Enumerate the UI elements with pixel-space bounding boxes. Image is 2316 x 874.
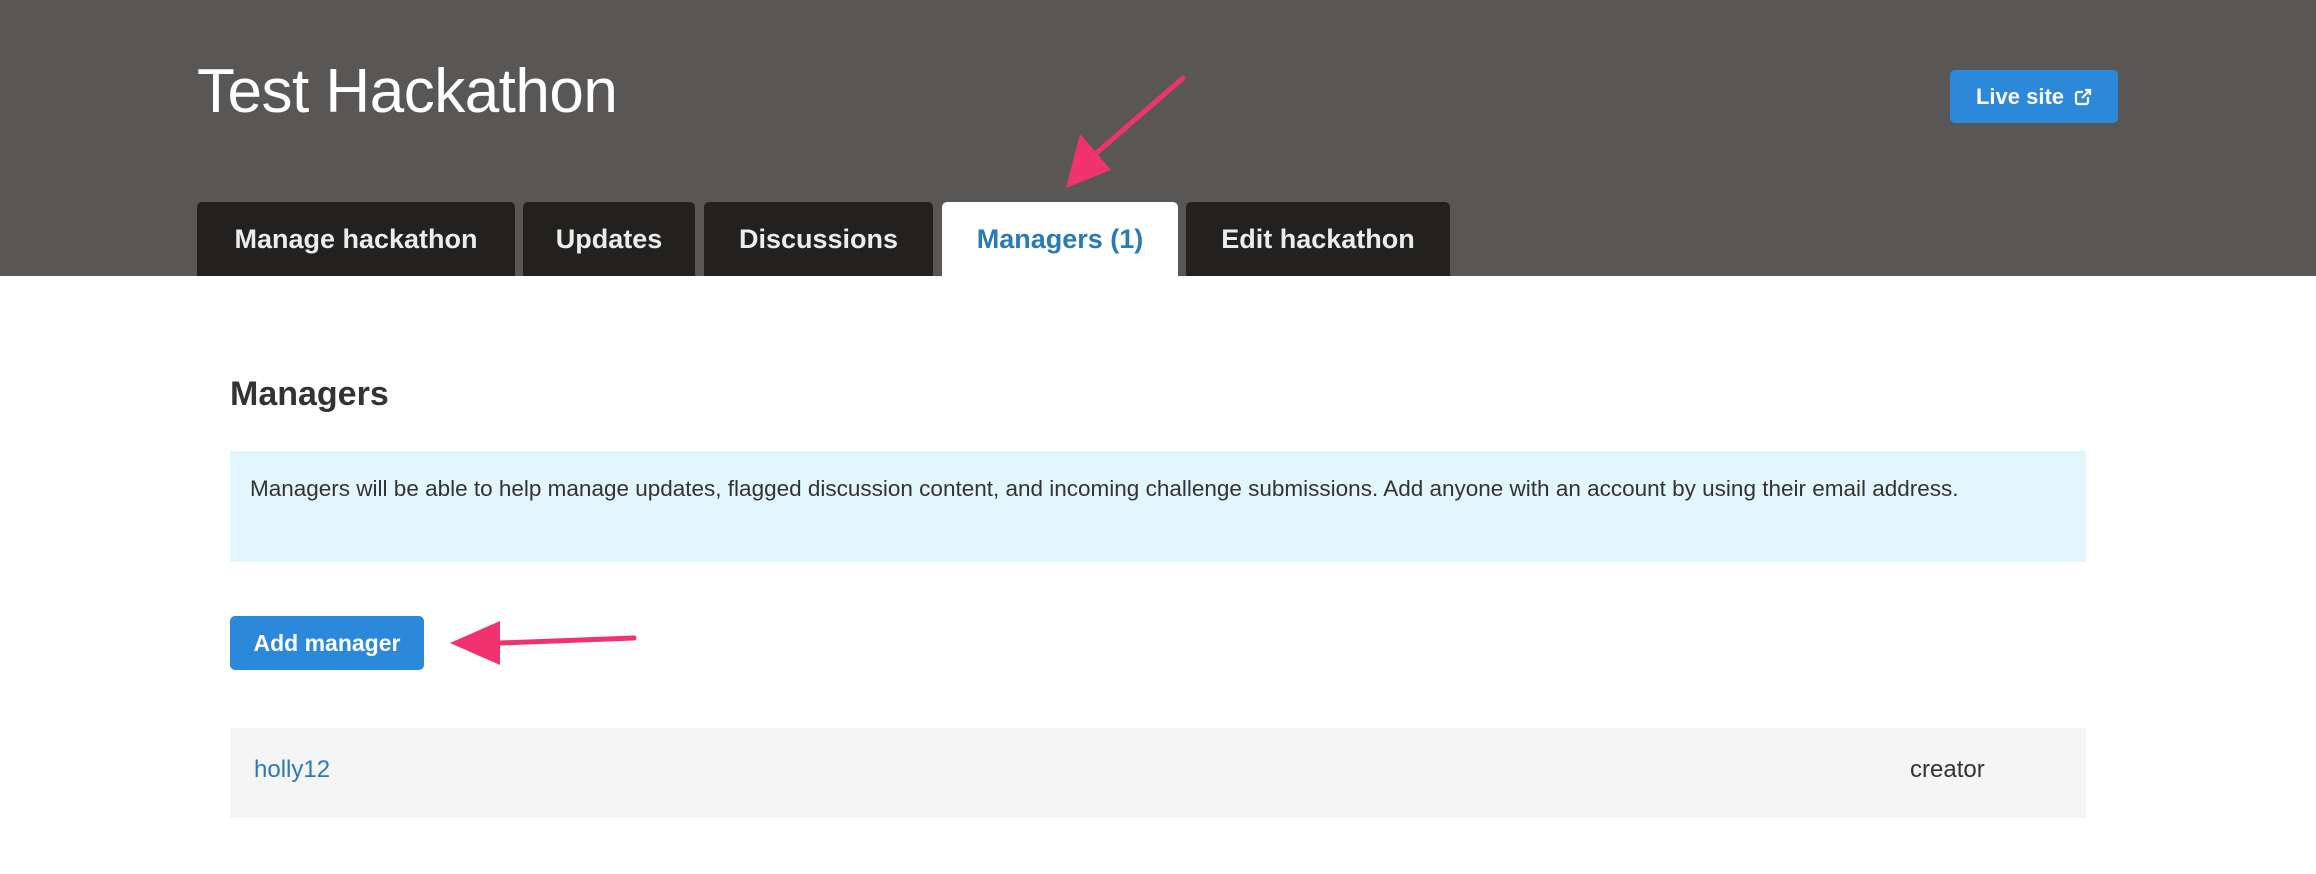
live-site-button[interactable]: Live site [1950, 70, 2118, 123]
arrow-to-add-manager [450, 621, 637, 665]
tab-updates[interactable]: Updates [523, 202, 695, 276]
add-manager-button[interactable]: Add manager [230, 616, 424, 670]
tab-manage-hackathon[interactable]: Manage hackathon [197, 202, 515, 276]
info-text: Managers will be able to help manage upd… [250, 476, 1959, 501]
live-site-label: Live site [1975, 83, 2065, 109]
tab-discussions[interactable]: Discussions [704, 202, 933, 276]
manager-name-link[interactable]: holly12 [254, 728, 330, 818]
list-item: holly12 creator [230, 728, 2086, 818]
section-title: Managers [230, 375, 389, 413]
page-header: Test Hackathon Live site Manage hackatho… [0, 0, 2316, 276]
info-message: Managers will be able to help manage upd… [230, 451, 2086, 562]
manager-role: creator [1910, 756, 1985, 783]
page-title: Test Hackathon [197, 57, 618, 126]
external-link-icon [2074, 88, 2092, 105]
tab-managers[interactable]: Managers (1) [942, 202, 1178, 276]
tab-edit-hackathon[interactable]: Edit hackathon [1186, 202, 1450, 276]
